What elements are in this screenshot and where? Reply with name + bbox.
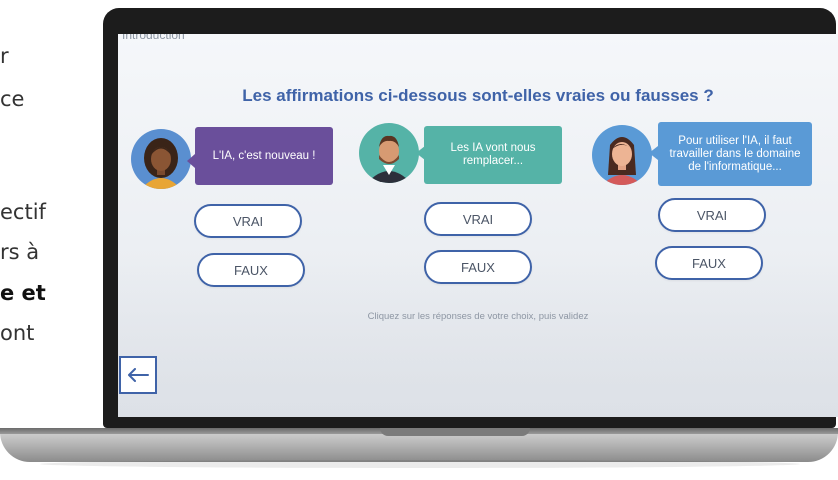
breadcrumb: Introduction [122, 34, 185, 42]
laptop-screen: Introduction Les affirmations ci-dessous… [118, 34, 838, 417]
false-button[interactable]: FAUX [655, 246, 763, 280]
avatar [131, 129, 191, 189]
bubble-tail [187, 154, 195, 168]
false-button[interactable]: FAUX [424, 250, 532, 284]
true-button[interactable]: VRAI [424, 202, 532, 236]
arrow-left-icon [128, 368, 149, 382]
statement-bubble: Pour utiliser l'IA, il faut travailler d… [658, 122, 812, 186]
false-button[interactable]: FAUX [197, 253, 305, 287]
avatar [592, 125, 652, 185]
page-title: Les affirmations ci-dessous sont-elles v… [242, 86, 714, 105]
laptop-notch [380, 428, 530, 436]
true-button[interactable]: VRAI [194, 204, 302, 238]
instruction-text: Cliquez sur les réponses de votre choix,… [367, 311, 589, 322]
background-text-fragment: ectif [0, 200, 46, 224]
avatar [359, 123, 419, 183]
background-text-fragment: r [0, 44, 9, 68]
background-text-fragment: ce [0, 87, 25, 111]
statement-bubble: L'IA, c'est nouveau ! [195, 127, 333, 185]
laptop-shadow [40, 460, 800, 468]
back-button[interactable] [119, 356, 157, 394]
background-text-fragment: e et [0, 281, 46, 305]
background-text-fragment: ont [0, 321, 35, 345]
bubble-tail [649, 146, 658, 160]
statement-bubble: Les IA vont nous remplacer... [424, 126, 562, 184]
background-text-fragment: rs à [0, 240, 40, 264]
true-button[interactable]: VRAI [658, 198, 766, 232]
